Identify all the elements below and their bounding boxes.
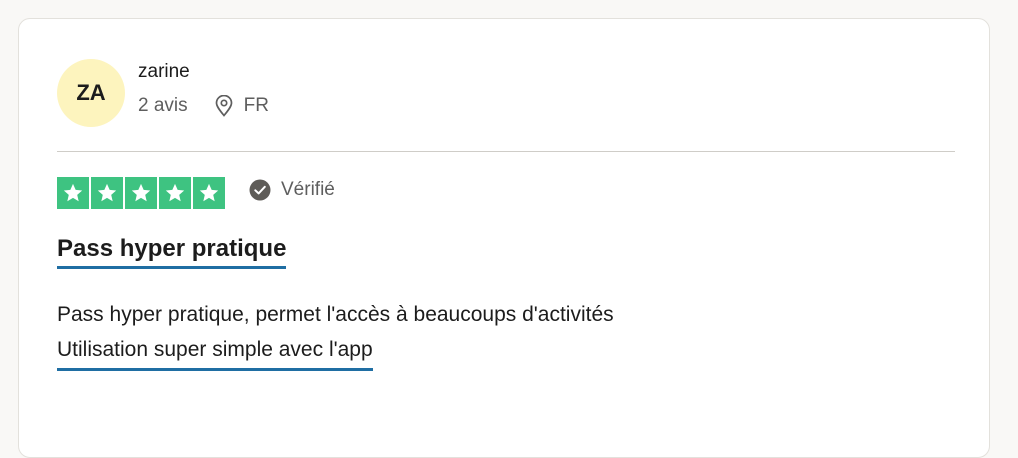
map-pin-icon	[214, 95, 234, 117]
star-icon	[125, 177, 157, 209]
review-card: ZA zarine 2 avis FR Vérifié Pass hyper p…	[18, 18, 990, 458]
divider	[57, 151, 955, 152]
star-icon	[193, 177, 225, 209]
star-rating	[57, 177, 225, 209]
review-body-line: Pass hyper pratique, permet l'accès à be…	[57, 303, 614, 326]
verified-label: Vérifié	[281, 179, 335, 200]
reviewer-meta: 2 avis FR	[138, 95, 269, 117]
star-icon	[159, 177, 191, 209]
star-icon	[57, 177, 89, 209]
reviewer-name[interactable]: zarine	[138, 61, 190, 83]
review-body[interactable]: Pass hyper pratique, permet l'accès à be…	[57, 297, 614, 371]
reviewer-country: FR	[243, 95, 269, 116]
check-circle-icon	[249, 179, 271, 201]
star-icon	[91, 177, 123, 209]
review-body-line: Utilisation super simple avec l'app	[57, 332, 373, 371]
avatar-initials: ZA	[76, 80, 106, 105]
review-title-link[interactable]: Pass hyper pratique	[57, 235, 287, 269]
avatar[interactable]: ZA	[57, 59, 125, 127]
review-count: 2 avis	[138, 95, 188, 116]
verified-badge[interactable]: Vérifié	[249, 179, 335, 201]
